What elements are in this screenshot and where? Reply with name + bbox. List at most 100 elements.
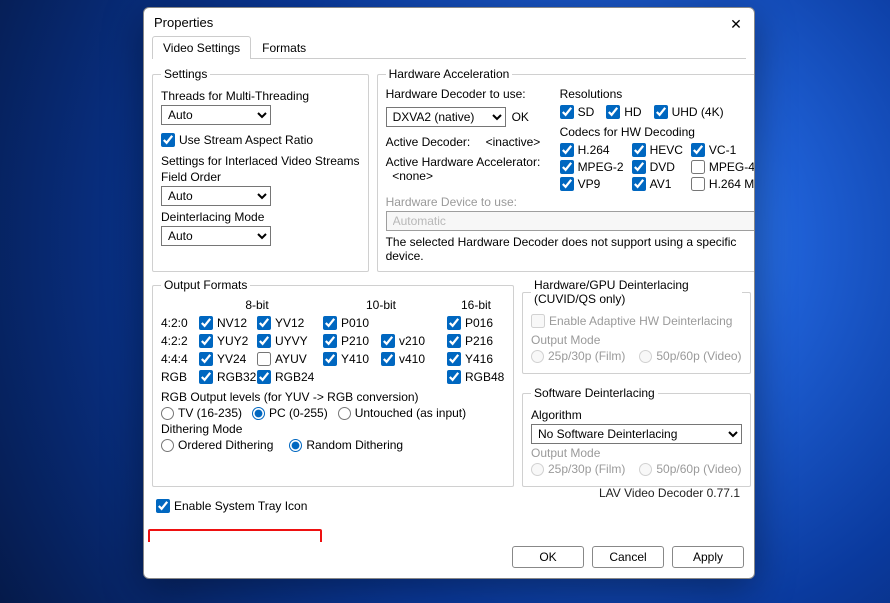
active-accel-value: <none> xyxy=(392,169,433,183)
fmt-yuy2[interactable] xyxy=(199,334,213,348)
interlaced-header: Settings for Interlaced Video Streams xyxy=(161,154,360,168)
fmt-rgb48[interactable] xyxy=(447,370,461,384)
rgb-untouched[interactable] xyxy=(338,407,351,420)
gpu-deint-legend: Hardware/GPU Deinterlacing (CUVID/QS onl… xyxy=(531,278,742,306)
window-title: Properties xyxy=(154,15,213,30)
tray-icon-checkbox[interactable] xyxy=(156,499,170,513)
sw-algo-select[interactable]: No Software Deinterlacing xyxy=(531,424,742,444)
tab-video-settings[interactable]: Video Settings xyxy=(152,36,251,59)
row-422: 4:2:2 xyxy=(161,334,199,348)
row-rgb: RGB xyxy=(161,370,199,384)
fmt-yv12[interactable] xyxy=(257,316,271,330)
fmt-rgb24[interactable] xyxy=(257,370,271,384)
fmt-uyvy[interactable] xyxy=(257,334,271,348)
sw-outmode-label: Output Mode xyxy=(531,446,600,460)
hw-decoder-label: Hardware Decoder to use: xyxy=(386,87,546,101)
output-formats-legend: Output Formats xyxy=(161,278,250,292)
hw-device-note: The selected Hardware Decoder does not s… xyxy=(386,235,754,263)
hwaccel-legend: Hardware Acceleration xyxy=(386,67,513,81)
field-order-label: Field Order xyxy=(161,170,221,184)
ok-button[interactable]: OK xyxy=(512,546,584,568)
codec-dvd[interactable] xyxy=(632,160,646,174)
codec-vp9[interactable] xyxy=(560,177,574,191)
fmt-nv12[interactable] xyxy=(199,316,213,330)
fmt-ayuv[interactable] xyxy=(257,352,271,366)
fmt-p210[interactable] xyxy=(323,334,337,348)
fmt-v210[interactable] xyxy=(381,334,395,348)
dither-random[interactable] xyxy=(289,439,302,452)
tray-icon-label: Enable System Tray Icon xyxy=(174,499,307,513)
gpu-50p xyxy=(639,350,652,363)
close-button[interactable]: ✕ xyxy=(726,14,746,34)
sw-25p xyxy=(531,463,544,476)
codec-h264mvc[interactable] xyxy=(691,177,705,191)
codec-mpeg2[interactable] xyxy=(560,160,574,174)
fmt-p216[interactable] xyxy=(447,334,461,348)
threads-label: Threads for Multi-Threading xyxy=(161,89,309,103)
sw-algo-label: Algorithm xyxy=(531,408,582,422)
dither-ordered[interactable] xyxy=(161,439,174,452)
codec-mpeg4[interactable] xyxy=(691,160,705,174)
resolutions-list: SD HD UHD (4K) xyxy=(560,105,754,119)
gpu-25p xyxy=(531,350,544,363)
hw-decoder-select[interactable]: DXVA2 (native) xyxy=(386,107,506,127)
deint-mode-select[interactable]: Auto xyxy=(161,226,271,246)
rgb-levels-label: RGB Output levels (for YUV -> RGB conver… xyxy=(161,390,419,404)
sw-deint-group: Software Deinterlacing Algorithm No Soft… xyxy=(522,386,751,487)
fmt-rgb32[interactable] xyxy=(199,370,213,384)
codec-hevc[interactable] xyxy=(632,143,646,157)
close-icon: ✕ xyxy=(730,16,742,33)
field-order-select[interactable]: Auto xyxy=(161,186,271,206)
titlebar: Properties ✕ xyxy=(144,8,754,36)
output-formats-group: Output Formats 8-bit10-bit16-bit 4:2:0 N… xyxy=(152,278,514,487)
codecs-header: Codecs for HW Decoding xyxy=(560,125,754,139)
rgb-pc[interactable] xyxy=(252,407,265,420)
res-uhd[interactable] xyxy=(654,105,668,119)
hdr-8bit: 8-bit xyxy=(199,298,315,312)
fmt-p016[interactable] xyxy=(447,316,461,330)
tabpage-video-settings: Settings Threads for Multi-Threading Aut… xyxy=(144,59,754,542)
row-444: 4:4:4 xyxy=(161,352,199,366)
deint-mode-label: Deinterlacing Mode xyxy=(161,210,264,224)
codec-av1[interactable] xyxy=(632,177,646,191)
fmt-yv24[interactable] xyxy=(199,352,213,366)
row-420: 4:2:0 xyxy=(161,316,199,330)
gpu-deint-group: Hardware/GPU Deinterlacing (CUVID/QS onl… xyxy=(522,278,751,374)
fmt-y410[interactable] xyxy=(323,352,337,366)
hwaccel-group: Hardware Acceleration Hardware Decoder t… xyxy=(377,67,754,272)
active-decoder-value: <inactive> xyxy=(486,135,541,149)
res-hd[interactable] xyxy=(606,105,620,119)
sw-50p xyxy=(639,463,652,476)
active-decoder-label: Active Decoder: xyxy=(386,135,471,149)
hdr-10bit: 10-bit xyxy=(323,298,439,312)
active-accel-label: Active Hardware Accelerator: xyxy=(386,155,541,169)
codec-h264[interactable] xyxy=(560,143,574,157)
res-sd[interactable] xyxy=(560,105,574,119)
properties-dialog: Properties ✕ Video Settings Formats Sett… xyxy=(143,7,755,579)
version-label: LAV Video Decoder 0.77.1 xyxy=(599,486,740,500)
resolutions-header: Resolutions xyxy=(560,87,754,101)
gpu-outmode-label: Output Mode xyxy=(531,333,600,347)
hw-device-select: Automatic xyxy=(386,211,754,231)
stream-aspect-label: Use Stream Aspect Ratio xyxy=(179,133,313,147)
tab-formats[interactable]: Formats xyxy=(251,36,317,59)
codecs-list: H.264 HEVC VC-1 MPEG-2 DVD MPEG-4 VP9 AV… xyxy=(560,143,754,191)
stream-aspect-checkbox[interactable] xyxy=(161,133,175,147)
fmt-v410[interactable] xyxy=(381,352,395,366)
dialog-footer: OK Cancel Apply xyxy=(144,542,754,578)
hw-device-label: Hardware Device to use: xyxy=(386,195,517,209)
threads-select[interactable]: Auto xyxy=(161,105,271,125)
sw-deint-legend: Software Deinterlacing xyxy=(531,386,658,400)
dither-label: Dithering Mode xyxy=(161,422,242,436)
fmt-y416[interactable] xyxy=(447,352,461,366)
adaptive-hw-checkbox xyxy=(531,314,545,328)
apply-button[interactable]: Apply xyxy=(672,546,744,568)
highlight-annotation xyxy=(148,529,322,542)
codec-vc1[interactable] xyxy=(691,143,705,157)
settings-group: Settings Threads for Multi-Threading Aut… xyxy=(152,67,369,272)
settings-legend: Settings xyxy=(161,67,210,81)
fmt-p010[interactable] xyxy=(323,316,337,330)
tabstrip: Video Settings Formats xyxy=(152,36,746,59)
rgb-tv[interactable] xyxy=(161,407,174,420)
cancel-button[interactable]: Cancel xyxy=(592,546,664,568)
